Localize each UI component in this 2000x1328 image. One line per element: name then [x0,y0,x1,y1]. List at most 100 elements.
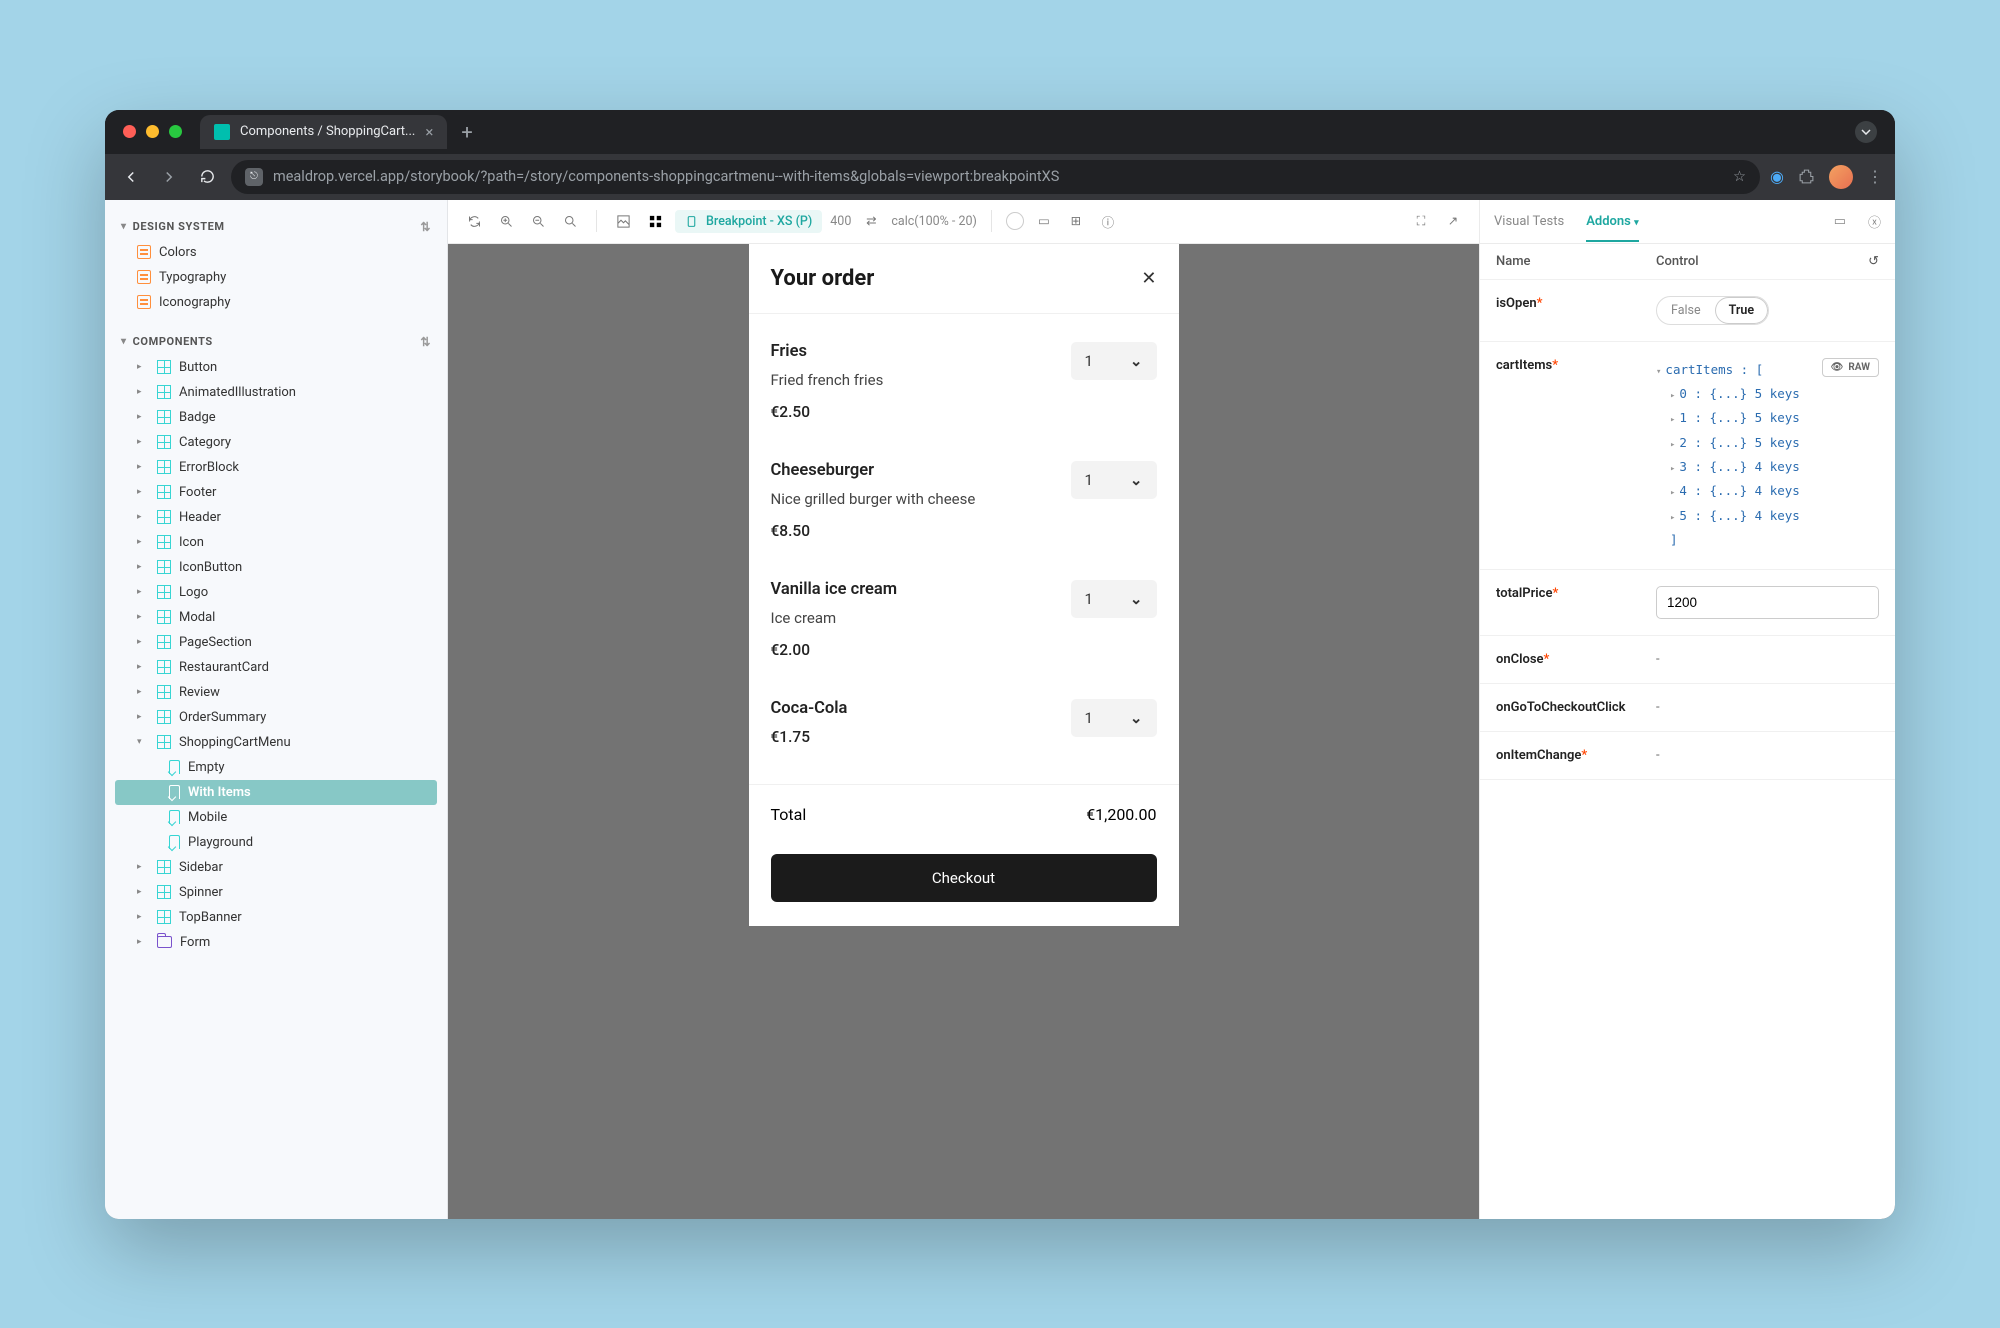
sidebar-story-empty[interactable]: Empty [115,755,437,780]
zoom-in-icon[interactable] [494,209,518,233]
sidebar-item-badge[interactable]: ▸Badge [115,405,437,430]
component-icon [157,535,171,549]
expand-collapse-icon[interactable]: ⇅ [420,335,431,349]
fullscreen-icon[interactable]: ⛶ [1409,209,1433,233]
tab-controls[interactable]: Addons ▾ [1586,214,1638,242]
tab-overflow-button[interactable] [1855,121,1877,143]
isopen-toggle[interactable]: False True [1656,296,1769,325]
quantity-selector[interactable]: 1⌄ [1071,699,1157,737]
sidebar-item-logo[interactable]: ▸Logo [115,580,437,605]
checkout-button[interactable]: Checkout [771,854,1157,902]
sidebar-item-animatedillustration[interactable]: ▸AnimatedIllustration [115,380,437,405]
sidebar-item-errorblock[interactable]: ▸ErrorBlock [115,455,437,480]
open-external-icon[interactable]: ↗ [1441,209,1465,233]
sidebar-item-pagesection[interactable]: ▸PageSection [115,630,437,655]
cart-item-price: €8.50 [771,522,1071,540]
grid-icon[interactable] [643,209,667,233]
tree-row[interactable]: ▸3 : {...} 4 keys [1656,455,1879,479]
sidebar-item-ordersummary[interactable]: ▸OrderSummary [115,705,437,730]
sidebar[interactable]: ▾ DESIGN SYSTEM ⇅ Colors Typography Icon… [105,200,448,1219]
sidebar-item-iconography[interactable]: Iconography [115,290,437,315]
sidebar-item-iconbutton[interactable]: ▸IconButton [115,555,437,580]
tree-row[interactable]: ▸1 : {...} 5 keys [1656,406,1879,430]
a11y-icon[interactable]: ⓘ [1096,209,1120,233]
sidebar-story-playground[interactable]: Playground [115,830,437,855]
sidebar-item-restaurantcard[interactable]: ▸RestaurantCard [115,655,437,680]
expand-collapse-icon[interactable]: ⇅ [420,220,431,234]
sidebar-story-mobile[interactable]: Mobile [115,805,437,830]
sidebar-item-category[interactable]: ▸Category [115,430,437,455]
control-isopen: isOpen* False True [1480,280,1895,342]
zoom-reset-icon[interactable] [558,209,582,233]
sidebar-item-typography[interactable]: Typography [115,265,437,290]
reload-button[interactable] [193,163,221,191]
component-icon [157,460,171,474]
theme-icon[interactable] [1006,212,1024,230]
sidebar-item-topbanner[interactable]: ▸TopBanner [115,905,437,930]
bookmark-icon[interactable]: ☆ [1733,168,1746,185]
component-icon [157,710,171,724]
section-design-system[interactable]: ▾ DESIGN SYSTEM ⇅ [115,214,437,240]
forward-button[interactable] [155,163,183,191]
tree-row[interactable]: ▸5 : {...} 4 keys [1656,504,1879,528]
extensions-icon[interactable] [1798,168,1815,185]
section-components[interactable]: ▾ COMPONENTS ⇅ [115,329,437,355]
cart-item-name: Fries [771,342,1071,361]
raw-toggle[interactable]: 👁RAW [1822,358,1879,377]
sidebar-item-review[interactable]: ▸Review [115,680,437,705]
browser-tab[interactable]: Components / ShoppingCart... × [200,115,447,149]
sidebar-item-sidebar[interactable]: ▸Sidebar [115,855,437,880]
chrome-extension-icon[interactable]: ◉ [1770,167,1784,186]
site-info-icon[interactable]: ⎋ [245,168,263,186]
new-tab-button[interactable]: + [461,120,472,144]
minimize-window-icon[interactable] [146,125,159,138]
viewport-selector[interactable]: Breakpoint - XS (P) [675,210,822,233]
address-bar[interactable]: ⎋ mealdrop.vercel.app/storybook/?path=/s… [231,160,1760,194]
background-icon[interactable] [611,209,635,233]
ruler-icon[interactable]: ▭ [1032,209,1056,233]
sidebar-item-colors[interactable]: Colors [115,240,437,265]
back-button[interactable] [117,163,145,191]
sidebar-item-icon[interactable]: ▸Icon [115,530,437,555]
tab-title: Components / ShoppingCart... [240,124,415,139]
quantity-selector[interactable]: 1⌄ [1071,580,1157,618]
close-tab-icon[interactable]: × [425,123,433,141]
sidebar-story-with-items[interactable]: With Items [115,780,437,805]
sidebar-item-form[interactable]: ▸Form [115,930,437,955]
swap-icon[interactable]: ⇄ [859,209,883,233]
zoom-out-icon[interactable] [526,209,550,233]
sidebar-item-button[interactable]: ▸Button [115,355,437,380]
tree-row[interactable]: ▸2 : {...} 5 keys [1656,431,1879,455]
chevron-right-icon: ▸ [137,562,149,572]
storybook-app: ▾ DESIGN SYSTEM ⇅ Colors Typography Icon… [105,200,1895,1219]
control-onitemchange: onItemChange* - [1480,732,1895,780]
addon-close-icon[interactable]: ⓧ [1868,212,1881,231]
totalprice-input[interactable] [1656,586,1879,619]
close-cart-button[interactable]: ✕ [1141,268,1156,289]
outline-icon[interactable]: ⊞ [1064,209,1088,233]
chevron-right-icon: ▸ [137,687,149,697]
close-window-icon[interactable] [123,125,136,138]
tree-row[interactable]: ▸4 : {...} 4 keys [1656,479,1879,503]
chrome-menu-icon[interactable]: ⋮ [1867,167,1883,186]
addon-dock-icon[interactable]: ▭ [1834,214,1846,229]
chevron-down-icon: ▾ [137,737,149,747]
profile-avatar[interactable] [1829,165,1853,189]
reset-controls-icon[interactable]: ↺ [1868,254,1879,269]
tab-visual-tests[interactable]: Visual Tests [1494,214,1564,229]
quantity-selector[interactable]: 1⌄ [1071,461,1157,499]
chevron-right-icon: ▸ [137,487,149,497]
tree-row[interactable]: ▸0 : {...} 5 keys [1656,382,1879,406]
sidebar-item-spinner[interactable]: ▸Spinner [115,880,437,905]
chevron-right-icon: ▸ [137,912,149,922]
shopping-cart-menu: Your order ✕ FriesFried french fries€2.5… [749,244,1179,926]
cart-item-desc: Ice cream [771,609,1071,627]
sync-icon[interactable] [462,209,486,233]
url-text: mealdrop.vercel.app/storybook/?path=/sto… [273,168,1059,185]
maximize-window-icon[interactable] [169,125,182,138]
sidebar-item-shoppingcartmenu[interactable]: ▾ShoppingCartMenu [115,730,437,755]
sidebar-item-footer[interactable]: ▸Footer [115,480,437,505]
sidebar-item-modal[interactable]: ▸Modal [115,605,437,630]
sidebar-item-header[interactable]: ▸Header [115,505,437,530]
quantity-selector[interactable]: 1⌄ [1071,342,1157,380]
